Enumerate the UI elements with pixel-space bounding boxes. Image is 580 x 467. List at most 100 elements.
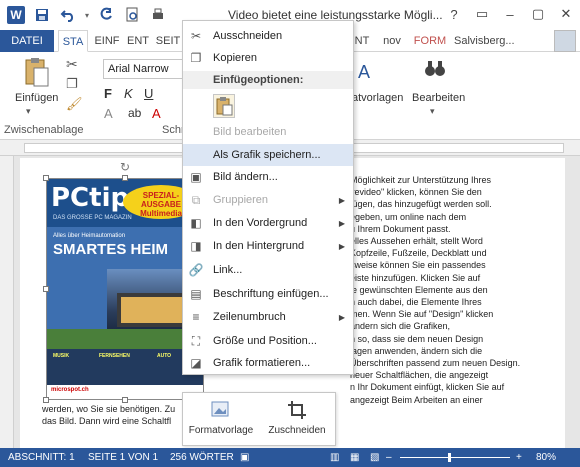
menu-item-change-picture[interactable]: ▣ Bild ändern...: [183, 166, 353, 188]
status-section[interactable]: ABSCHNITT: 1: [8, 452, 75, 463]
ribbon-display-button[interactable]: ▭: [468, 0, 496, 28]
crop-button[interactable]: Zuschneiden: [261, 397, 333, 443]
menu-item-group[interactable]: ⧉ Gruppieren ▶: [183, 189, 353, 211]
preview-icon[interactable]: [120, 3, 144, 27]
text-line[interactable]: men. Wenn Sie auf "Design" klicken: [350, 308, 530, 320]
tab-start[interactable]: STA: [58, 30, 88, 52]
highlight-icon[interactable]: ab: [128, 106, 141, 120]
resize-handle[interactable]: [43, 397, 49, 403]
undo-icon[interactable]: [56, 3, 80, 27]
text-line[interactable]: n Ihr Dokument einfügt, klicken Sie auf: [350, 381, 530, 393]
format-painter-icon[interactable]: 🖌: [66, 96, 83, 112]
tab-insert[interactable]: EINF: [92, 30, 122, 52]
paste-icon[interactable]: [22, 56, 52, 87]
close-button[interactable]: ✕: [552, 0, 580, 28]
web-layout-icon[interactable]: ▧: [370, 452, 379, 463]
text-effects-icon[interactable]: A: [104, 106, 113, 121]
menu-item-bring-forward[interactable]: ◧ In den Vordergrund ▶: [183, 212, 353, 234]
tab-design[interactable]: ENT: [124, 30, 152, 52]
menu-item-save-as-picture[interactable]: Als Grafik speichern...: [183, 144, 353, 166]
menu-item-format-picture[interactable]: ◪ Grafik formatieren...: [183, 352, 353, 374]
font-name-field[interactable]: Arial Narrow: [103, 59, 183, 79]
vertical-ruler[interactable]: [0, 156, 14, 448]
menu-item-wrap-text[interactable]: ≡ Zeilenumbruch ▶: [183, 306, 353, 328]
tab-format[interactable]: FORM: [410, 30, 450, 52]
proofing-icon[interactable]: ▣: [240, 452, 249, 463]
zoom-in-icon[interactable]: +: [516, 452, 522, 463]
text-line[interactable]: elles Aussehen erhält, stellt Word: [350, 235, 530, 247]
menu-item-link[interactable]: 🔗 Link...: [183, 259, 353, 281]
zoom-out-icon[interactable]: –: [386, 452, 392, 463]
zoom-slider-thumb[interactable]: [448, 453, 451, 462]
edit-dropdown-icon[interactable]: ▾: [430, 106, 435, 117]
menu-item-cut[interactable]: ✂ Ausschneiden: [183, 25, 353, 47]
zoom-slider[interactable]: [400, 457, 510, 458]
menu-item-send-backward[interactable]: ◨ In den Hintergrund ▶: [183, 235, 353, 257]
minimize-button[interactable]: –: [496, 0, 524, 28]
tab-file[interactable]: DATEI: [0, 30, 54, 52]
avatar[interactable]: [554, 30, 576, 52]
body-text-bottom[interactable]: werden, wo Sie sie benötigen. Zu das Bild…: [42, 403, 175, 427]
undo-dropdown-icon[interactable]: ▾: [82, 3, 92, 27]
help-button[interactable]: ?: [440, 0, 468, 28]
text-line[interactable]: Möglichkeit zur Unterstützung Ihres: [350, 174, 530, 186]
user-name[interactable]: Salvisberg...: [454, 30, 536, 52]
text-line[interactable]: ändern sich die Grafiken,: [350, 320, 530, 332]
menu-item-edit-picture[interactable]: Bild bearbeiten: [183, 121, 353, 143]
text-line[interactable]: neuer Schaltflächen, die angezeigt: [350, 369, 530, 381]
menu-item-copy[interactable]: ❐ Kopieren: [183, 47, 353, 69]
copy-icon[interactable]: ❐: [66, 76, 78, 92]
body-text-right[interactable]: Möglichkeit zur Unterstützung Ihres vevid…: [350, 174, 530, 406]
menu-item-insert-caption[interactable]: ▤ Beschriftung einfügen...: [183, 283, 353, 305]
redo-icon[interactable]: [94, 3, 118, 27]
italic-icon[interactable]: K: [124, 86, 133, 101]
edit-button-label[interactable]: Bearbeiten: [412, 92, 465, 104]
resize-handle[interactable]: [122, 397, 128, 403]
text-line[interactable]: Überschriften passend zum neuen Design.: [350, 357, 530, 369]
size-position-icon: ⛶: [191, 333, 201, 348]
text-line[interactable]: lagen anwenden, ändern sich die: [350, 345, 530, 357]
tab-layout[interactable]: SEIT: [154, 30, 182, 52]
text-line[interactable]: n so, dass sie dem neuen Design: [350, 333, 530, 345]
text-line[interactable]: ie gewünschten Elemente aus den: [350, 284, 530, 296]
crop-icon: [286, 399, 308, 421]
resize-handle[interactable]: [43, 286, 49, 292]
picture-style-button[interactable]: Formatvorlage: [185, 397, 257, 443]
paste-dropdown-icon[interactable]: ▾: [26, 106, 31, 117]
font-color-icon[interactable]: A: [152, 106, 161, 121]
text-line[interactable]: n auch dabei, die Elemente Ihres: [350, 296, 530, 308]
maximize-button[interactable]: ▢: [524, 0, 552, 28]
text-line[interactable]: angezeigt Beim Arbeiten an einer: [350, 394, 530, 406]
paste-option-picture-icon[interactable]: [213, 94, 235, 118]
status-words[interactable]: 256 WÖRTER: [170, 452, 234, 463]
status-page[interactable]: SEITE 1 VON 1: [88, 452, 158, 463]
text-line[interactable]: das Bild. Dann wird eine Schaltfl: [42, 415, 175, 427]
bold-icon[interactable]: F: [104, 86, 112, 101]
resize-handle[interactable]: [43, 175, 49, 181]
print-layout-icon[interactable]: ▦: [350, 452, 359, 463]
resize-handle[interactable]: [122, 175, 128, 181]
cut-icon[interactable]: ✂: [66, 56, 78, 73]
read-mode-icon[interactable]: ▥: [330, 452, 339, 463]
paste-button-label[interactable]: Einfügen: [15, 92, 58, 104]
styles-button-label[interactable]: atvorlagen: [352, 92, 403, 104]
text-line[interactable]: fügen, das hinzugefügt werden soll.: [350, 198, 530, 210]
text-line[interactable]: eiste hinzufügen. Klicken Sie auf: [350, 272, 530, 284]
word-app-icon[interactable]: W: [4, 3, 28, 27]
rotate-handle[interactable]: ↻: [120, 160, 130, 174]
binoculars-icon[interactable]: [424, 58, 446, 83]
save-icon[interactable]: [30, 3, 54, 27]
underline-icon[interactable]: U: [144, 86, 153, 101]
tab-nov[interactable]: nov: [378, 30, 406, 52]
zoom-level[interactable]: 80%: [536, 452, 556, 463]
text-line[interactable]: vevideo" klicken, können Sie den: [350, 186, 530, 198]
text-line[interactable]: egeben, um online nach dem: [350, 211, 530, 223]
text-line[interactable]: werden, wo Sie sie benötigen. Zu: [42, 403, 175, 415]
text-line[interactable]: Kopfzeile, Fußzeile, Deckblatt und: [350, 247, 530, 259]
text-line[interactable]: u Ihrem Dokument passt.: [350, 223, 530, 235]
text-line[interactable]: sweise können Sie ein passendes: [350, 259, 530, 271]
styles-icon[interactable]: A: [358, 62, 370, 83]
selected-picture[interactable]: PCtipp DAS GROSSE PC MAGAZIN SPEZIAL-AUS…: [46, 178, 204, 400]
print-icon[interactable]: [146, 3, 170, 27]
menu-item-size-position[interactable]: ⛶ Größe und Position...: [183, 330, 353, 352]
